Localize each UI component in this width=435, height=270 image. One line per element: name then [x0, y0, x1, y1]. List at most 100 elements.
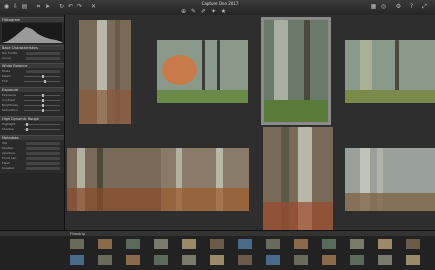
- filmstrip-thumb[interactable]: [98, 239, 112, 249]
- filmstrip-thumb[interactable]: [182, 239, 196, 249]
- library-icon[interactable]: ▤: [21, 3, 28, 10]
- tint-slider[interactable]: [24, 80, 60, 83]
- photo-thumb-selected[interactable]: [261, 17, 331, 125]
- created-label: Created: [2, 166, 14, 170]
- filmstrip: [0, 236, 435, 270]
- settings-icon[interactable]: ⚙: [395, 3, 402, 10]
- exposure-label: Exposure: [2, 93, 16, 97]
- wb-mode-label: Mode: [2, 69, 11, 73]
- delete-icon[interactable]: ✕: [90, 3, 97, 10]
- exposure-slider[interactable]: [24, 94, 60, 97]
- filmstrip-thumb[interactable]: [350, 239, 364, 249]
- saturation-label: Saturation: [2, 108, 18, 112]
- brightness-label: Brightness: [2, 103, 18, 107]
- section-hdr[interactable]: High Dynamic Range: [0, 116, 64, 121]
- focal-label: Focal Len.: [2, 156, 18, 160]
- shutter-label: Shutter: [2, 146, 14, 150]
- undo-icon[interactable]: ↶: [67, 3, 74, 10]
- photo-thumb[interactable]: [67, 148, 161, 211]
- filmstrip-thumb[interactable]: [406, 239, 420, 249]
- fullscreen-icon[interactable]: ⤢: [421, 3, 428, 10]
- iso-value: [26, 141, 60, 145]
- section-base[interactable]: Base Characteristics: [0, 45, 64, 50]
- iso-label: ISO: [2, 141, 8, 145]
- brush-icon[interactable]: ✐: [200, 8, 207, 15]
- main-toolbar: ◉ ⇩ ▤ ⌗ ➤ ↻ ↶ ↷ ✕ Capture One 2017 ⊕ ✎ ✐…: [0, 0, 435, 16]
- photo-thumb[interactable]: [157, 40, 248, 103]
- shadow-label: Shadow: [2, 127, 14, 131]
- filmstrip-thumb[interactable]: [154, 239, 168, 249]
- histogram-header[interactable]: Histogram: [0, 17, 64, 22]
- filmstrip-thumb[interactable]: [294, 255, 308, 265]
- section-metadata[interactable]: Metadata: [0, 135, 64, 140]
- filmstrip-thumb[interactable]: [378, 255, 392, 265]
- crop-icon[interactable]: ⌗: [35, 3, 42, 10]
- star-icon[interactable]: ★: [220, 8, 227, 15]
- filmstrip-thumb[interactable]: [154, 255, 168, 265]
- filmstrip-thumb[interactable]: [294, 239, 308, 249]
- filmstrip-thumb[interactable]: [406, 255, 420, 265]
- filmstrip-thumb[interactable]: [266, 239, 280, 249]
- kelvin-slider[interactable]: [24, 75, 60, 78]
- flash-value: [26, 161, 60, 165]
- highlight-slider[interactable]: [24, 123, 60, 126]
- curve-label: Curve: [2, 56, 11, 60]
- shadow-slider[interactable]: [24, 128, 60, 131]
- photo-thumb[interactable]: [79, 20, 131, 124]
- filmstrip-thumb[interactable]: [238, 239, 252, 249]
- filmstrip-thumb[interactable]: [350, 255, 364, 265]
- filmstrip-thumb[interactable]: [210, 239, 224, 249]
- capture-icon[interactable]: ◉: [3, 3, 10, 10]
- window-title: Capture One 2017: [201, 1, 239, 6]
- kelvin-label: Kelvin: [2, 74, 12, 78]
- wb-mode-select[interactable]: [26, 69, 60, 73]
- filmstrip-thumb[interactable]: [182, 255, 196, 265]
- redo-icon[interactable]: ↷: [76, 3, 83, 10]
- saturation-slider[interactable]: [24, 109, 60, 112]
- icc-label: ICC Profile: [2, 51, 18, 55]
- help-icon[interactable]: ?: [408, 3, 415, 10]
- picker-icon[interactable]: ✦: [210, 8, 217, 15]
- section-exposure[interactable]: Exposure: [0, 87, 64, 92]
- focal-value: [26, 156, 60, 160]
- rotate-icon[interactable]: ↻: [58, 3, 65, 10]
- filmstrip-thumb[interactable]: [378, 239, 392, 249]
- filmstrip-label: Filmstrip: [70, 231, 85, 236]
- photo-thumb[interactable]: [345, 40, 435, 103]
- icc-select[interactable]: [26, 51, 60, 55]
- filmstrip-thumb[interactable]: [98, 255, 112, 265]
- tools-sidebar: Histogram Base Characteristics ICC Profi…: [0, 15, 65, 230]
- filmstrip-thumb[interactable]: [126, 239, 140, 249]
- contrast-label: Contrast: [2, 98, 15, 102]
- sidebar-empty: [0, 173, 64, 230]
- filmstrip-thumb[interactable]: [210, 255, 224, 265]
- filmstrip-thumb[interactable]: [238, 255, 252, 265]
- flash-label: Flash: [2, 161, 10, 165]
- photo-thumb[interactable]: [345, 148, 435, 211]
- tint-label: Tint: [2, 79, 8, 83]
- image-viewer: [65, 15, 435, 230]
- shutter-value: [26, 146, 60, 150]
- edit-icon[interactable]: ✎: [190, 8, 197, 15]
- zoom-icon[interactable]: ⊕: [180, 8, 187, 15]
- highlight-label: Highlight: [2, 122, 16, 126]
- filmstrip-thumb[interactable]: [126, 255, 140, 265]
- cursor-icon[interactable]: ➤: [44, 3, 51, 10]
- grid-icon[interactable]: ▦: [370, 3, 377, 10]
- import-icon[interactable]: ⇩: [12, 3, 19, 10]
- filmstrip-thumbs: [0, 236, 435, 270]
- filmstrip-thumb[interactable]: [70, 255, 84, 265]
- filmstrip-thumb[interactable]: [322, 255, 336, 265]
- curve-select[interactable]: [26, 56, 60, 60]
- histogram: [2, 23, 62, 43]
- photo-thumb[interactable]: [263, 127, 333, 230]
- brightness-slider[interactable]: [24, 104, 60, 107]
- filmstrip-thumb[interactable]: [70, 239, 84, 249]
- created-value: [26, 166, 60, 170]
- photo-thumb[interactable]: [161, 148, 249, 211]
- contrast-slider[interactable]: [24, 99, 60, 102]
- loupe-icon[interactable]: ◎: [380, 3, 387, 10]
- filmstrip-thumb[interactable]: [322, 239, 336, 249]
- section-wb[interactable]: White Balance: [0, 63, 64, 68]
- filmstrip-thumb[interactable]: [266, 255, 280, 265]
